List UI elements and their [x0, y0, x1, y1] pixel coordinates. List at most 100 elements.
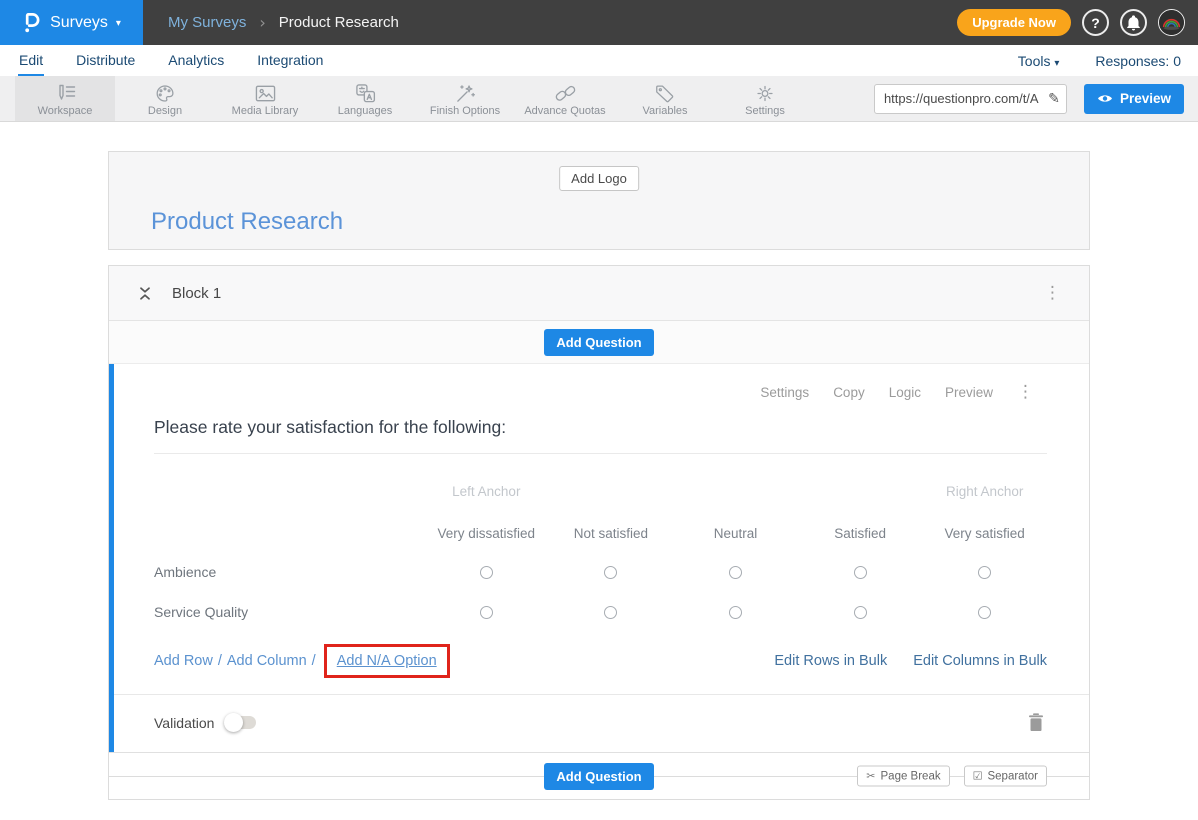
radio-button[interactable]: [854, 566, 867, 579]
toolbar-items: Workspace Design Media Library Languages Fin…: [15, 76, 815, 121]
add-column-link[interactable]: Add Column: [227, 653, 307, 669]
matrix-column-header[interactable]: Satisfied: [798, 526, 923, 541]
block-title[interactable]: Block 1: [172, 285, 221, 302]
page-break-button[interactable]: ✂ Page Break: [857, 766, 949, 787]
survey-url-field[interactable]: https://questionpro.com/t/A ✎: [874, 84, 1067, 114]
matrix-row-label[interactable]: Service Quality: [154, 604, 424, 620]
matrix-column-header[interactable]: Neutral: [673, 526, 798, 541]
question-copy-button[interactable]: Copy: [833, 385, 865, 400]
validation-label: Validation: [154, 715, 214, 731]
add-question-strip: Add Question: [109, 321, 1089, 364]
validation-toggle[interactable]: [226, 716, 256, 729]
edit-url-icon[interactable]: ✎: [1042, 91, 1066, 107]
tag-icon: [654, 81, 676, 104]
matrix-links-row: Add Row / Add Column / Add N/A Option Ed…: [154, 640, 1047, 682]
help-button[interactable]: ?: [1082, 9, 1109, 36]
toolbar-item-label: Workspace: [38, 105, 93, 117]
radio-button[interactable]: [978, 606, 991, 619]
block-header: Block 1 ⋮: [109, 266, 1089, 321]
radio-cell: [549, 566, 674, 579]
radio-cell: [673, 606, 798, 619]
block-menu-icon[interactable]: ⋮: [1044, 285, 1061, 302]
tab-distribute[interactable]: Distribute: [75, 45, 136, 76]
tab-integration[interactable]: Integration: [256, 45, 324, 76]
breadcrumb: My Surveys › Product Research: [168, 13, 399, 32]
breadcrumb-current-page: Product Research: [279, 14, 399, 31]
add-question-button-bottom[interactable]: Add Question: [544, 763, 653, 790]
notifications-button[interactable]: [1120, 9, 1147, 36]
matrix-row-label[interactable]: Ambience: [154, 564, 424, 580]
question-preview-button[interactable]: Preview: [945, 385, 993, 400]
nav-tabs: Edit Distribute Analytics Integration: [18, 45, 355, 76]
question-text[interactable]: Please rate your satisfaction for the fo…: [154, 417, 1047, 454]
matrix-table: Left Anchor Right Anchor Very dissatisfied…: [154, 468, 1047, 632]
add-option-links: Add Row / Add Column / Add N/A Option: [154, 644, 450, 678]
radio-cell: [798, 606, 923, 619]
responses-count[interactable]: Responses: 0: [1095, 53, 1181, 69]
matrix-column-header[interactable]: Very satisfied: [922, 526, 1047, 541]
matrix-column-header[interactable]: Very dissatisfied: [424, 526, 549, 541]
radio-cell: [922, 566, 1047, 579]
radio-button[interactable]: [854, 606, 867, 619]
survey-title[interactable]: Product Research: [151, 208, 343, 236]
toolbar-item-workspace[interactable]: Workspace: [15, 76, 115, 121]
add-na-option-link[interactable]: Add N/A Option: [337, 653, 437, 669]
question-mark-icon: ?: [1091, 15, 1100, 31]
question-settings-button[interactable]: Settings: [760, 385, 809, 400]
radio-button[interactable]: [480, 606, 493, 619]
surveys-menu-label: Surveys: [50, 14, 108, 32]
toolbar-item-label: Languages: [338, 105, 392, 117]
matrix-row: Service Quality: [154, 592, 1047, 632]
block-footer: Add Question ✂ Page Break ☑ Separator: [109, 752, 1089, 799]
add-logo-button[interactable]: Add Logo: [559, 166, 639, 191]
radio-cell: [424, 606, 549, 619]
workspace-icon: [53, 81, 77, 104]
top-header: Surveys ▾ My Surveys › Product Research …: [0, 0, 1198, 45]
delete-question-icon[interactable]: [1028, 713, 1044, 732]
nav-right: Tools ▾ Responses: 0: [1018, 45, 1198, 76]
avatar[interactable]: [1158, 9, 1185, 36]
edit-columns-in-bulk-link[interactable]: Edit Columns in Bulk: [913, 653, 1047, 669]
tab-edit[interactable]: Edit: [18, 45, 44, 76]
radio-button[interactable]: [604, 606, 617, 619]
breadcrumb-separator-icon: ›: [259, 13, 265, 32]
toolbar-item-finish-options[interactable]: Finish Options: [415, 76, 515, 121]
radio-button[interactable]: [729, 606, 742, 619]
toolbar-item-advance-quotas[interactable]: Advance Quotas: [515, 76, 615, 121]
magic-wand-icon: [454, 81, 477, 104]
tab-analytics[interactable]: Analytics: [167, 45, 225, 76]
toolbar-item-languages[interactable]: Languages: [315, 76, 415, 121]
separator-button[interactable]: ☑ Separator: [964, 766, 1047, 787]
toolbar-item-settings[interactable]: Settings: [715, 76, 815, 121]
question-logic-button[interactable]: Logic: [889, 385, 921, 400]
radio-cell: [922, 606, 1047, 619]
add-row-link[interactable]: Add Row: [154, 653, 213, 669]
question-menu-icon[interactable]: ⋮: [1017, 384, 1034, 401]
upgrade-now-button[interactable]: Upgrade Now: [957, 9, 1071, 36]
surveys-product-menu[interactable]: Surveys ▾: [0, 0, 143, 45]
edit-rows-in-bulk-link[interactable]: Edit Rows in Bulk: [774, 653, 887, 669]
toolbar-item-design[interactable]: Design: [115, 76, 215, 121]
radio-button[interactable]: [729, 566, 742, 579]
bulk-edit-links: Edit Rows in Bulk Edit Columns in Bulk: [774, 653, 1047, 669]
radio-button[interactable]: [604, 566, 617, 579]
toggle-knob: [224, 713, 243, 732]
block-card: Block 1 ⋮ Add Question Settings Copy Logic…: [108, 265, 1090, 800]
breadcrumb-my-surveys[interactable]: My Surveys: [168, 14, 246, 31]
radio-button[interactable]: [480, 566, 493, 579]
toolbar-item-label: Media Library: [232, 105, 299, 117]
collapse-block-icon[interactable]: [138, 286, 152, 301]
toolbar-item-variables[interactable]: Variables: [615, 76, 715, 121]
matrix-column-header[interactable]: Not satisfied: [549, 526, 674, 541]
left-anchor-field[interactable]: Left Anchor: [424, 484, 549, 499]
toolbar-item-media-library[interactable]: Media Library: [215, 76, 315, 121]
tools-menu[interactable]: Tools ▾: [1018, 53, 1060, 69]
preview-button[interactable]: Preview: [1084, 84, 1184, 114]
checkbox-icon: ☑: [973, 770, 983, 783]
add-question-button-top[interactable]: Add Question: [544, 329, 653, 356]
right-anchor-field[interactable]: Right Anchor: [922, 484, 1047, 499]
editor-body: Add Logo Product Research Block 1 ⋮ Add …: [0, 122, 1198, 800]
chevron-down-icon: ▾: [116, 18, 121, 29]
questionpro-logo-icon: [22, 11, 42, 35]
radio-button[interactable]: [978, 566, 991, 579]
